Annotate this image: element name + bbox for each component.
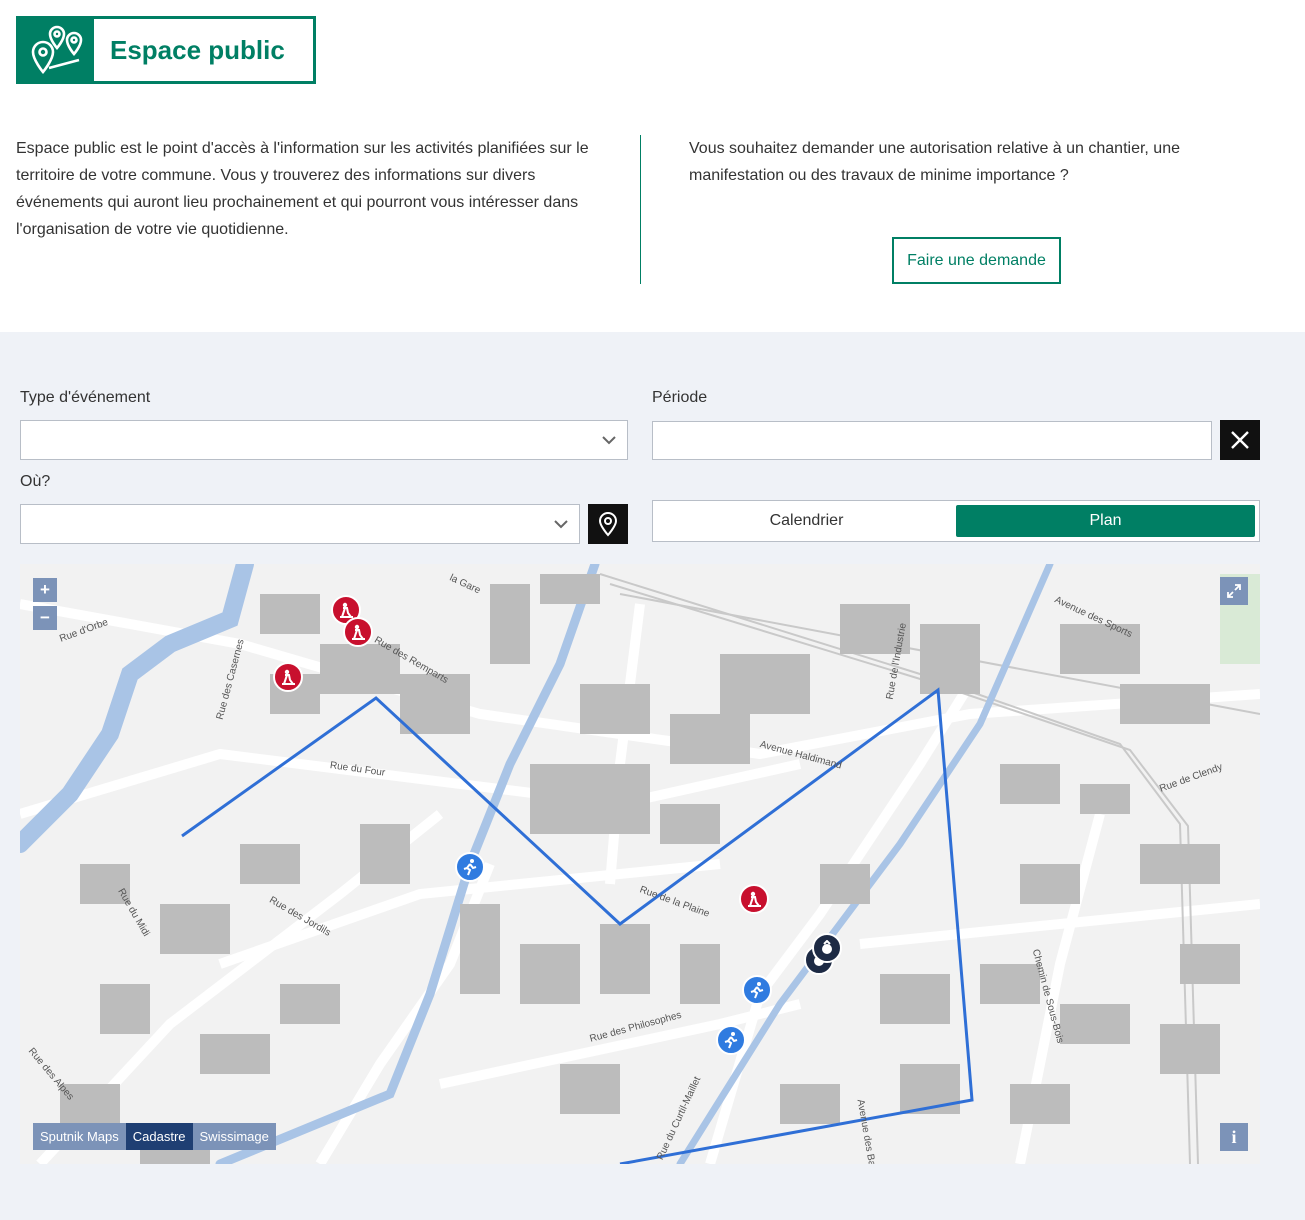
location-pin-icon [598,512,618,537]
toggle-map[interactable]: Plan [956,505,1255,537]
locate-button[interactable] [588,504,628,544]
request-button[interactable]: Faire une demande [892,237,1061,284]
layer-switcher: Sputnik Maps Cadastre Swissimage [33,1123,276,1150]
chevron-down-icon [554,520,568,529]
type-label: Type d'événement [20,389,151,406]
intro-text: Espace public est le point d'accès à l'i… [16,140,589,238]
roadworks-marker[interactable] [739,884,769,914]
roadworks-icon [352,624,365,640]
roadworks-icon [748,891,761,907]
where-label: Où? [20,473,51,490]
map-view[interactable]: Rue d'Orbe Rue des Casernes Rue des Remp… [20,564,1260,1164]
period-label: Période [652,389,708,406]
roadworks-icon [282,669,295,685]
roadworks-marker[interactable] [273,662,303,692]
fullscreen-button[interactable] [1220,577,1248,605]
map-pins-icon [19,19,94,81]
sport-marker[interactable] [742,975,772,1005]
view-toggle: Calendrier Plan [652,500,1260,542]
page-title: Espace public [110,34,285,65]
layer-sputnik[interactable]: Sputnik Maps [33,1123,126,1150]
event-marker[interactable] [812,933,842,963]
close-icon [1231,431,1249,449]
info-button[interactable]: i [1220,1123,1248,1151]
zoom-in-button[interactable]: + [33,578,57,602]
divider [640,135,641,284]
where-select[interactable] [20,504,580,544]
sport-marker[interactable] [455,852,485,882]
period-input[interactable] [652,421,1212,460]
request-text: Vous souhaitez demander une autorisation… [689,140,1180,184]
toggle-calendar[interactable]: Calendrier [657,505,956,537]
map-base [20,564,1260,1164]
running-icon [724,1032,738,1049]
running-icon [463,859,477,876]
site-logo[interactable]: Espace public [16,16,316,84]
running-icon [750,982,764,999]
type-select[interactable] [20,420,628,460]
roadworks-marker[interactable] [343,617,373,647]
sport-marker[interactable] [716,1025,746,1055]
zoom-out-button[interactable]: − [33,606,57,630]
event-icon [822,940,832,954]
layer-swissimage[interactable]: Swissimage [192,1123,276,1150]
roadworks-icon [340,602,353,618]
clear-period-button[interactable] [1220,420,1260,460]
chevron-down-icon [602,436,616,445]
layer-cadastre[interactable]: Cadastre [125,1123,193,1150]
expand-icon [1227,584,1241,598]
